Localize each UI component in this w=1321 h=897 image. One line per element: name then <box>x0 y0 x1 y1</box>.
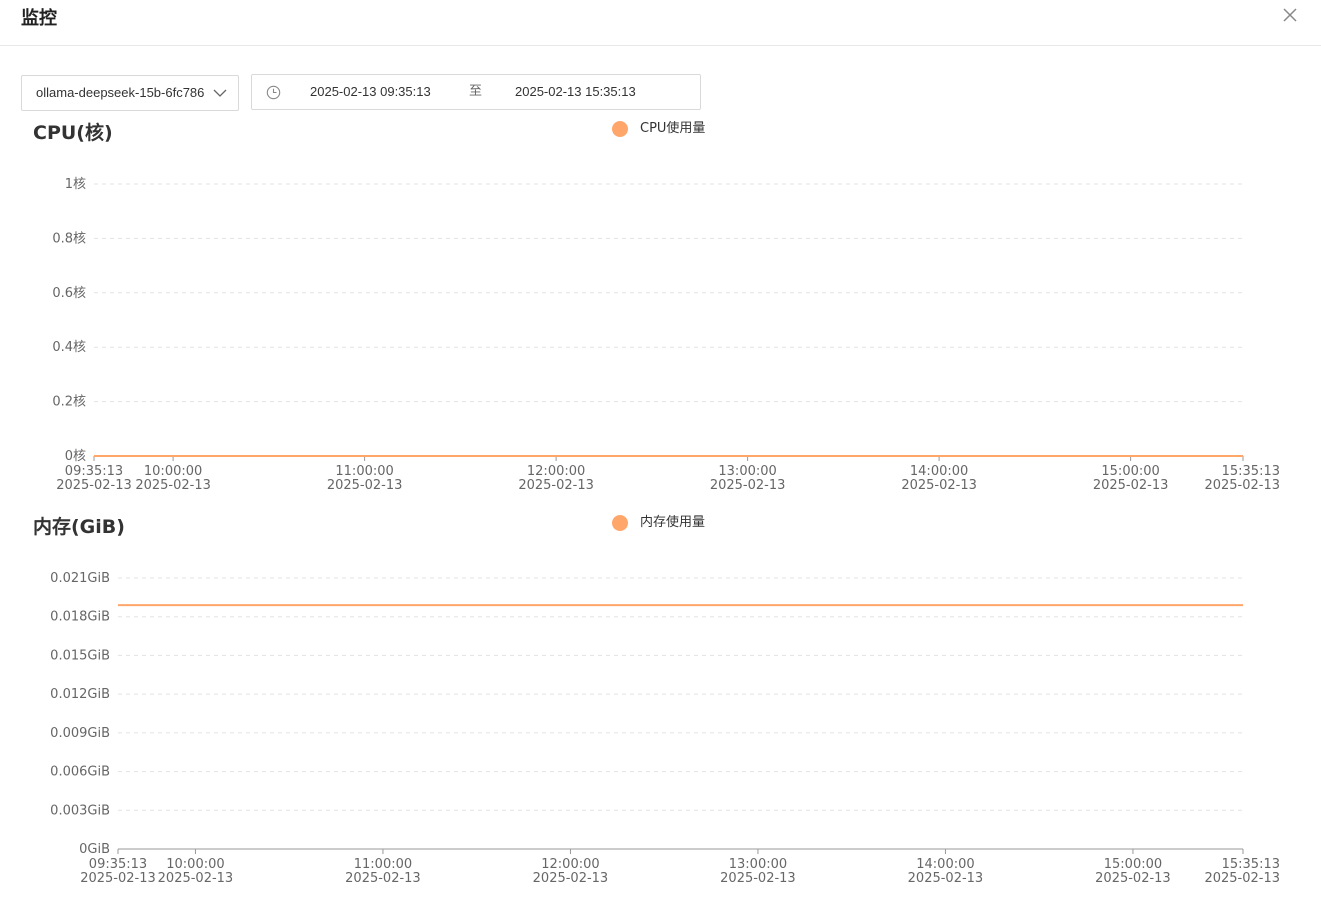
x-tick-date-label: 2025-02-13 <box>80 871 156 886</box>
x-tick-date-label: 2025-02-13 <box>1095 871 1171 886</box>
x-tick-time-label: 13:00:00 <box>729 857 787 872</box>
x-tick-date-label: 2025-02-13 <box>720 871 796 886</box>
y-tick-label: 0.021GiB <box>50 571 110 586</box>
y-tick-label: 0GiB <box>79 842 110 857</box>
x-tick-time-label: 15:00:00 <box>1104 857 1162 872</box>
x-tick-time-label: 12:00:00 <box>541 857 599 872</box>
x-tick-time-label: 10:00:00 <box>166 857 224 872</box>
y-tick-label: 0.006GiB <box>50 765 110 780</box>
x-tick-date-label: 2025-02-13 <box>158 871 234 886</box>
x-tick-date-label: 2025-02-13 <box>345 871 421 886</box>
y-tick-label: 0.012GiB <box>50 687 110 702</box>
y-tick-label: 0.009GiB <box>50 726 110 741</box>
y-tick-label: 0.003GiB <box>50 803 110 818</box>
memory-chart: 0GiB 0.003GiB 0.006GiB 0.009GiB 0.012GiB 0.01… <box>50 571 1280 886</box>
x-tick-time-label: 09:35:13 <box>89 857 147 872</box>
x-tick-date-label: 2025-02-13 <box>908 871 984 886</box>
y-tick-label: 0.015GiB <box>50 648 110 663</box>
x-tick-date-label: 2025-02-13 <box>1204 871 1280 886</box>
y-tick-label: 0.018GiB <box>50 610 110 625</box>
x-tick-time-label: 14:00:00 <box>916 857 974 872</box>
x-tick-time-label: 11:00:00 <box>354 857 412 872</box>
x-tick-time-label: 15:35:13 <box>1222 857 1280 872</box>
x-tick-date-label: 2025-02-13 <box>533 871 609 886</box>
